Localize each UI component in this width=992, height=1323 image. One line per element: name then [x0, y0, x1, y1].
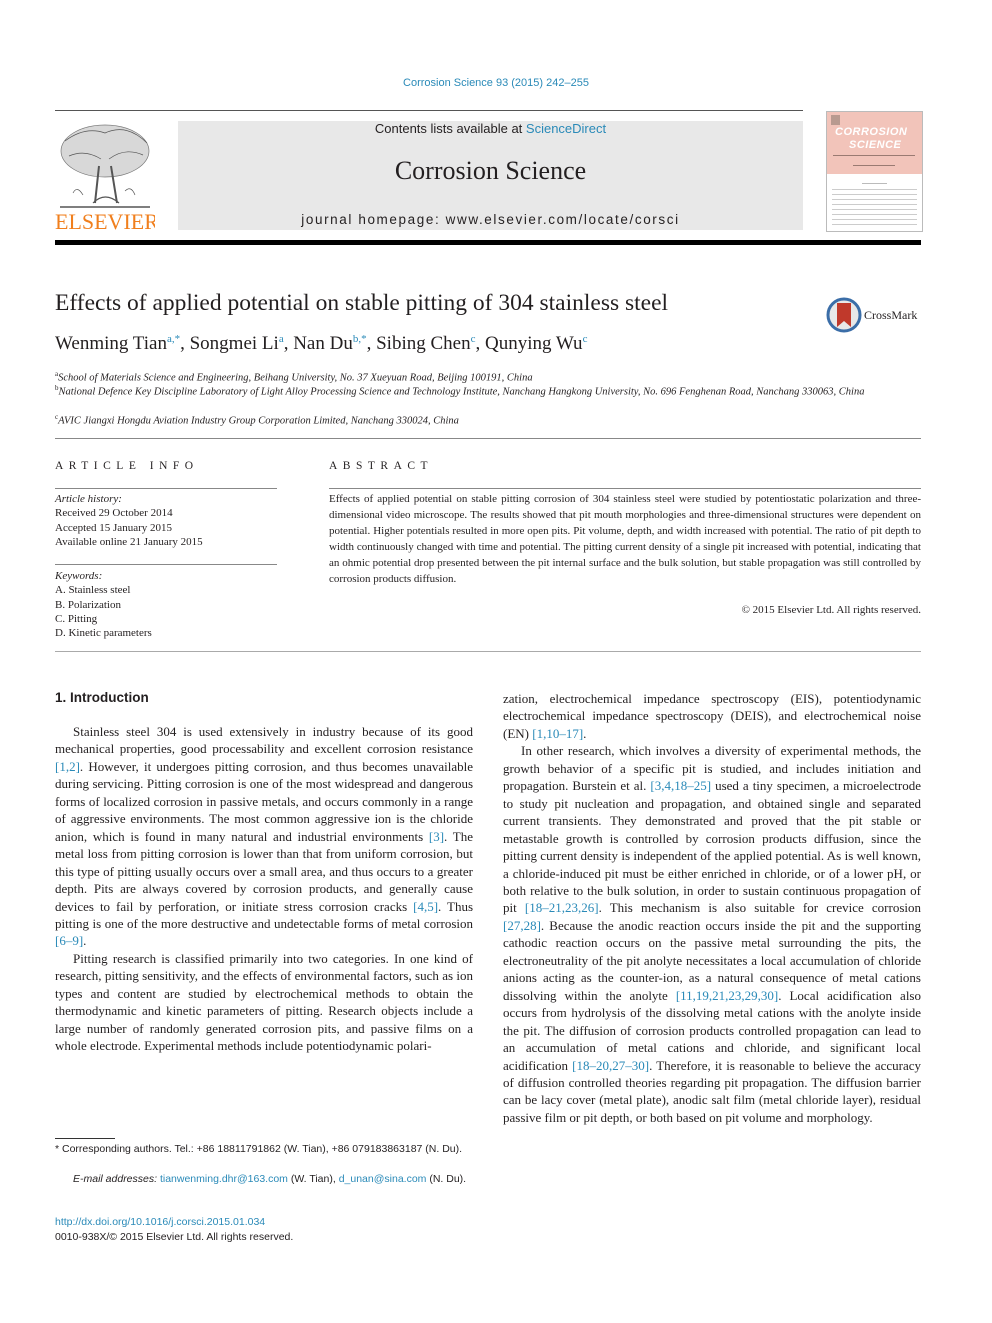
cover-title-2: SCIENCE [849, 139, 902, 151]
author[interactable]: Qunying Wuc [485, 333, 587, 354]
text-run: Pitting research is classified primarily… [55, 950, 473, 1054]
author-separator: , [366, 333, 377, 354]
footnote-divider [55, 1138, 115, 1139]
abstract-text: Effects of applied potential on stable p… [329, 493, 921, 586]
crossmark-label: CrossMark [864, 308, 918, 322]
cover-subtitle-line [833, 155, 915, 156]
affiliation-c: cAVIC Jiangxi Hongdu Aviation Industry G… [55, 410, 905, 429]
email-owner: (N. Du). [426, 1173, 467, 1185]
paragraph: In other research, which involves a dive… [503, 742, 921, 1126]
author-name[interactable]: Wenming Tian [55, 333, 167, 354]
text-run: . However, it undergoes pitting corrosio… [55, 758, 473, 844]
abstract-copyright: © 2015 Elsevier Ltd. All rights reserved… [741, 604, 921, 616]
section-heading: 1. Introduction [55, 690, 149, 705]
email-link[interactable]: tianwenming.dhr@163.com [160, 1173, 288, 1185]
cover-title-1: CORROSION [835, 126, 908, 138]
author-name[interactable]: Nan Du [293, 333, 353, 354]
cover-header: CORROSION SCIENCE [827, 112, 922, 174]
author-name[interactable]: Sibing Chen [376, 333, 470, 354]
keyword: C. Pitting [55, 612, 98, 625]
affiliation-text: National Defence Key Discipline Laborato… [58, 386, 865, 398]
divider [55, 564, 277, 565]
paragraph: Stainless steel 304 is used extensively … [55, 723, 473, 950]
author[interactable]: Wenming Tiana,*, [55, 333, 190, 354]
divider [55, 651, 921, 652]
accepted-date: Accepted 15 January 2015 [55, 521, 172, 534]
doi-link[interactable]: http://dx.doi.org/10.1016/j.corsci.2015.… [55, 1216, 265, 1228]
author-separator: , [283, 333, 294, 354]
email-label: E-mail addresses: [73, 1173, 158, 1185]
cover-subtitle-line [853, 165, 895, 166]
reference-link[interactable]: [1,2] [55, 759, 80, 774]
article-info-heading: ARTICLE INFO [55, 460, 199, 472]
reference-link[interactable]: [4,5] [413, 899, 438, 914]
author-name[interactable]: Qunying Wu [485, 333, 583, 354]
text-run: used a tiny specimen, a microelectrode t… [503, 778, 921, 916]
reference-link[interactable]: [3,4,18–25] [650, 778, 711, 793]
text-run: Stainless steel 304 is used extensively … [55, 724, 473, 757]
reference-link[interactable]: [1,10–17] [532, 726, 583, 741]
affiliation-b: bNational Defence Key Discipline Laborat… [55, 381, 905, 400]
divider [55, 110, 803, 111]
contents-line: Contents lists available at ScienceDirec… [178, 121, 803, 136]
journal-homepage-link[interactable]: journal homepage: www.elsevier.com/locat… [178, 212, 803, 227]
body-column-right: zation, electrochemical impedance spectr… [503, 690, 921, 1126]
cover-toc [827, 174, 922, 225]
author-list: Wenming Tiana,*, Songmei Lia, Nan Dub,*,… [55, 333, 587, 355]
keyword: D. Kinetic parameters [55, 627, 152, 640]
elsevier-wordmark: ELSEVIER [55, 209, 155, 233]
author[interactable]: Nan Dub,*, [293, 333, 376, 354]
keyword: A. Stainless steel [55, 584, 131, 597]
keyword: B. Polarization [55, 598, 121, 611]
paragraph-continued: zation, electrochemical impedance spectr… [503, 690, 921, 742]
issn-copyright: 0010-938X/© 2015 Elsevier Ltd. All right… [55, 1231, 294, 1243]
journal-citation-link[interactable]: Corrosion Science 93 (2015) 242–255 [0, 77, 992, 89]
author-affiliation-marker[interactable]: c [583, 333, 588, 345]
author-separator: , [180, 333, 190, 354]
author-affiliation-marker[interactable]: a,* [167, 333, 180, 345]
cover-logo-icon [831, 115, 840, 125]
body-column-left: Stainless steel 304 is used extensively … [55, 723, 473, 1055]
reference-link[interactable]: [18–21,23,26] [525, 900, 599, 915]
author[interactable]: Songmei Lia, [190, 333, 294, 354]
affiliation-text: AVIC Jiangxi Hongdu Aviation Industry Gr… [58, 415, 459, 427]
crossmark-button[interactable]: CrossMark [826, 297, 926, 333]
keywords-label: Keywords: [55, 570, 103, 582]
journal-cover-thumbnail[interactable]: CORROSION SCIENCE [826, 111, 923, 232]
author[interactable]: Sibing Chenc, [376, 333, 485, 354]
article-title: Effects of applied potential on stable p… [55, 290, 669, 316]
corresponding-author-note: * Corresponding authors. Tel.: +86 18811… [55, 1143, 463, 1155]
text-run: . [83, 933, 87, 949]
elsevier-tree-icon: ELSEVIER [55, 124, 159, 234]
reference-link[interactable]: [6–9] [55, 933, 83, 948]
divider [329, 488, 921, 489]
online-date: Available online 21 January 2015 [55, 535, 203, 548]
author-separator: , [475, 333, 485, 354]
email-link[interactable]: d_unan@sina.com [339, 1173, 427, 1185]
sciencedirect-link[interactable]: ScienceDirect [526, 121, 606, 136]
author-name[interactable]: Songmei Li [190, 333, 279, 354]
reference-link[interactable]: [11,19,21,23,29,30] [676, 988, 778, 1003]
text-run: . [583, 725, 587, 741]
keywords: Keywords: A. Stainless steel B. Polariza… [55, 569, 277, 640]
reference-link[interactable]: [3] [429, 829, 444, 844]
journal-title: Corrosion Science [394, 156, 587, 185]
text-run: . This mechanism is also suitable for cr… [598, 900, 921, 916]
email-addresses: E-mail addresses: tianwenming.dhr@163.co… [55, 1172, 473, 1187]
elsevier-logo[interactable]: ELSEVIER [55, 121, 159, 234]
abstract-heading: ABSTRACT [329, 460, 434, 472]
paragraph: Pitting research is classified primarily… [55, 950, 473, 1055]
header-divider-thick [55, 240, 921, 245]
article-history: Article history: Received 29 October 201… [55, 492, 277, 549]
email-owner: (W. Tian), [287, 1173, 339, 1185]
crossmark-icon [826, 297, 862, 333]
contents-prefix: Contents lists available at [374, 121, 526, 136]
history-label: Article history: [55, 493, 122, 505]
reference-link[interactable]: [18–20,27–30] [572, 1058, 649, 1073]
author-affiliation-marker[interactable]: b,* [353, 333, 367, 345]
divider [55, 488, 277, 489]
divider [55, 438, 921, 439]
reference-link[interactable]: [27,28] [503, 918, 541, 933]
received-date: Received 29 October 2014 [55, 507, 173, 520]
